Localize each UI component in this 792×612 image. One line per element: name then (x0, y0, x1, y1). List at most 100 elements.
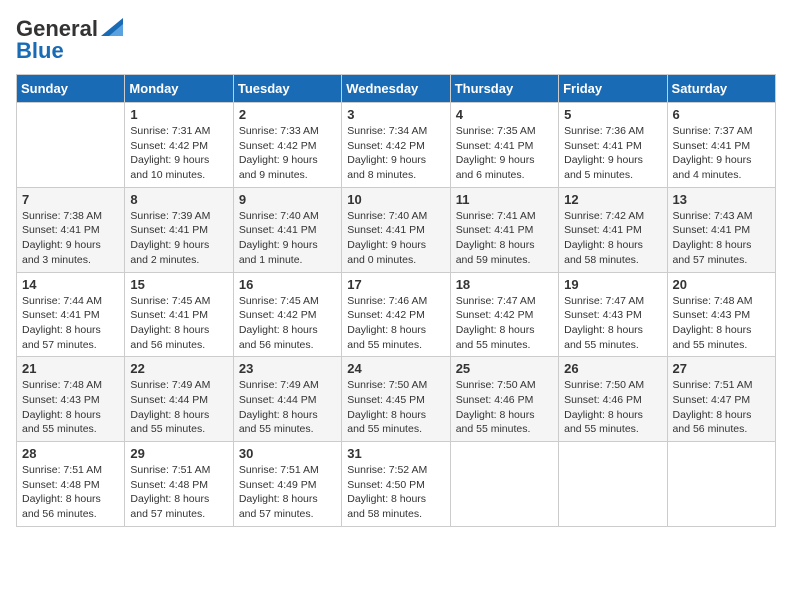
day-number: 20 (673, 277, 770, 292)
day-number: 25 (456, 361, 553, 376)
logo-icon (101, 18, 123, 36)
cell-info: Sunrise: 7:47 AMSunset: 4:42 PMDaylight:… (456, 294, 553, 353)
calendar: SundayMondayTuesdayWednesdayThursdayFrid… (16, 74, 776, 527)
day-number: 18 (456, 277, 553, 292)
calendar-cell: 20 Sunrise: 7:48 AMSunset: 4:43 PMDayligh… (667, 272, 775, 357)
weekday-header: Friday (559, 75, 667, 103)
day-number: 16 (239, 277, 336, 292)
day-number: 28 (22, 446, 119, 461)
logo-blue-text: Blue (16, 38, 64, 64)
day-number: 17 (347, 277, 444, 292)
cell-info: Sunrise: 7:49 AMSunset: 4:44 PMDaylight:… (239, 378, 336, 437)
day-number: 30 (239, 446, 336, 461)
weekday-header: Sunday (17, 75, 125, 103)
weekday-header: Tuesday (233, 75, 341, 103)
day-number: 19 (564, 277, 661, 292)
calendar-cell (559, 442, 667, 527)
calendar-cell: 11 Sunrise: 7:41 AMSunset: 4:41 PMDayligh… (450, 187, 558, 272)
calendar-cell: 1 Sunrise: 7:31 AMSunset: 4:42 PMDaylight… (125, 103, 233, 188)
day-number: 10 (347, 192, 444, 207)
calendar-header: SundayMondayTuesdayWednesdayThursdayFrid… (17, 75, 776, 103)
day-number: 5 (564, 107, 661, 122)
calendar-cell: 3 Sunrise: 7:34 AMSunset: 4:42 PMDaylight… (342, 103, 450, 188)
weekday-header: Monday (125, 75, 233, 103)
cell-info: Sunrise: 7:39 AMSunset: 4:41 PMDaylight:… (130, 209, 227, 268)
day-number: 12 (564, 192, 661, 207)
cell-info: Sunrise: 7:50 AMSunset: 4:46 PMDaylight:… (456, 378, 553, 437)
day-number: 23 (239, 361, 336, 376)
calendar-cell: 2 Sunrise: 7:33 AMSunset: 4:42 PMDaylight… (233, 103, 341, 188)
cell-info: Sunrise: 7:51 AMSunset: 4:47 PMDaylight:… (673, 378, 770, 437)
page-header: General Blue (16, 16, 776, 64)
calendar-cell: 14Sunrise: 7:44 AMSunset: 4:41 PMDayligh… (17, 272, 125, 357)
cell-info: Sunrise: 7:36 AMSunset: 4:41 PMDaylight:… (564, 124, 661, 183)
day-number: 11 (456, 192, 553, 207)
cell-info: Sunrise: 7:38 AMSunset: 4:41 PMDaylight:… (22, 209, 119, 268)
cell-info: Sunrise: 7:48 AMSunset: 4:43 PMDaylight:… (673, 294, 770, 353)
cell-info: Sunrise: 7:37 AMSunset: 4:41 PMDaylight:… (673, 124, 770, 183)
weekday-header: Thursday (450, 75, 558, 103)
day-number: 9 (239, 192, 336, 207)
weekday-header: Saturday (667, 75, 775, 103)
calendar-cell: 26Sunrise: 7:50 AMSunset: 4:46 PMDayligh… (559, 357, 667, 442)
day-number: 4 (456, 107, 553, 122)
cell-info: Sunrise: 7:33 AMSunset: 4:42 PMDaylight:… (239, 124, 336, 183)
day-number: 22 (130, 361, 227, 376)
cell-info: Sunrise: 7:40 AMSunset: 4:41 PMDaylight:… (239, 209, 336, 268)
cell-info: Sunrise: 7:31 AMSunset: 4:42 PMDaylight:… (130, 124, 227, 183)
calendar-cell: 10Sunrise: 7:40 AMSunset: 4:41 PMDayligh… (342, 187, 450, 272)
calendar-cell: 12Sunrise: 7:42 AMSunset: 4:41 PMDayligh… (559, 187, 667, 272)
cell-info: Sunrise: 7:49 AMSunset: 4:44 PMDaylight:… (130, 378, 227, 437)
calendar-cell: 6 Sunrise: 7:37 AMSunset: 4:41 PMDaylight… (667, 103, 775, 188)
cell-info: Sunrise: 7:52 AMSunset: 4:50 PMDaylight:… (347, 463, 444, 522)
calendar-cell: 31 Sunrise: 7:52 AMSunset: 4:50 PMDayligh… (342, 442, 450, 527)
day-number: 24 (347, 361, 444, 376)
day-number: 3 (347, 107, 444, 122)
calendar-cell (667, 442, 775, 527)
calendar-cell: 21 Sunrise: 7:48 AMSunset: 4:43 PMDayligh… (17, 357, 125, 442)
day-number: 8 (130, 192, 227, 207)
calendar-cell (450, 442, 558, 527)
calendar-cell: 22 Sunrise: 7:49 AMSunset: 4:44 PMDayligh… (125, 357, 233, 442)
cell-info: Sunrise: 7:46 AMSunset: 4:42 PMDaylight:… (347, 294, 444, 353)
day-number: 13 (673, 192, 770, 207)
day-number: 6 (673, 107, 770, 122)
calendar-cell: 29 Sunrise: 7:51 AMSunset: 4:48 PMDayligh… (125, 442, 233, 527)
day-number: 31 (347, 446, 444, 461)
calendar-cell: 7 Sunrise: 7:38 AMSunset: 4:41 PMDaylight… (17, 187, 125, 272)
calendar-cell: 28 Sunrise: 7:51 AMSunset: 4:48 PMDayligh… (17, 442, 125, 527)
cell-info: Sunrise: 7:43 AMSunset: 4:41 PMDaylight:… (673, 209, 770, 268)
calendar-cell: 24 Sunrise: 7:50 AMSunset: 4:45 PMDayligh… (342, 357, 450, 442)
day-number: 27 (673, 361, 770, 376)
calendar-cell: 13 Sunrise: 7:43 AMSunset: 4:41 PMDayligh… (667, 187, 775, 272)
cell-info: Sunrise: 7:47 AMSunset: 4:43 PMDaylight:… (564, 294, 661, 353)
cell-info: Sunrise: 7:41 AMSunset: 4:41 PMDaylight:… (456, 209, 553, 268)
calendar-cell (17, 103, 125, 188)
cell-info: Sunrise: 7:48 AMSunset: 4:43 PMDaylight:… (22, 378, 119, 437)
cell-info: Sunrise: 7:45 AMSunset: 4:42 PMDaylight:… (239, 294, 336, 353)
calendar-cell: 27 Sunrise: 7:51 AMSunset: 4:47 PMDayligh… (667, 357, 775, 442)
day-number: 15 (130, 277, 227, 292)
calendar-cell: 4 Sunrise: 7:35 AMSunset: 4:41 PMDaylight… (450, 103, 558, 188)
cell-info: Sunrise: 7:51 AMSunset: 4:48 PMDaylight:… (130, 463, 227, 522)
calendar-cell: 30 Sunrise: 7:51 AMSunset: 4:49 PMDayligh… (233, 442, 341, 527)
day-number: 21 (22, 361, 119, 376)
cell-info: Sunrise: 7:50 AMSunset: 4:45 PMDaylight:… (347, 378, 444, 437)
cell-info: Sunrise: 7:35 AMSunset: 4:41 PMDaylight:… (456, 124, 553, 183)
cell-info: Sunrise: 7:34 AMSunset: 4:42 PMDaylight:… (347, 124, 444, 183)
cell-info: Sunrise: 7:51 AMSunset: 4:48 PMDaylight:… (22, 463, 119, 522)
calendar-cell: 25 Sunrise: 7:50 AMSunset: 4:46 PMDayligh… (450, 357, 558, 442)
cell-info: Sunrise: 7:45 AMSunset: 4:41 PMDaylight:… (130, 294, 227, 353)
weekday-header: Wednesday (342, 75, 450, 103)
day-number: 26 (564, 361, 661, 376)
calendar-cell: 9 Sunrise: 7:40 AMSunset: 4:41 PMDaylight… (233, 187, 341, 272)
calendar-cell: 18 Sunrise: 7:47 AMSunset: 4:42 PMDayligh… (450, 272, 558, 357)
cell-info: Sunrise: 7:51 AMSunset: 4:49 PMDaylight:… (239, 463, 336, 522)
day-number: 7 (22, 192, 119, 207)
day-number: 29 (130, 446, 227, 461)
logo: General Blue (16, 16, 123, 64)
calendar-cell: 8 Sunrise: 7:39 AMSunset: 4:41 PMDaylight… (125, 187, 233, 272)
calendar-cell: 5 Sunrise: 7:36 AMSunset: 4:41 PMDaylight… (559, 103, 667, 188)
day-number: 1 (130, 107, 227, 122)
day-number: 2 (239, 107, 336, 122)
